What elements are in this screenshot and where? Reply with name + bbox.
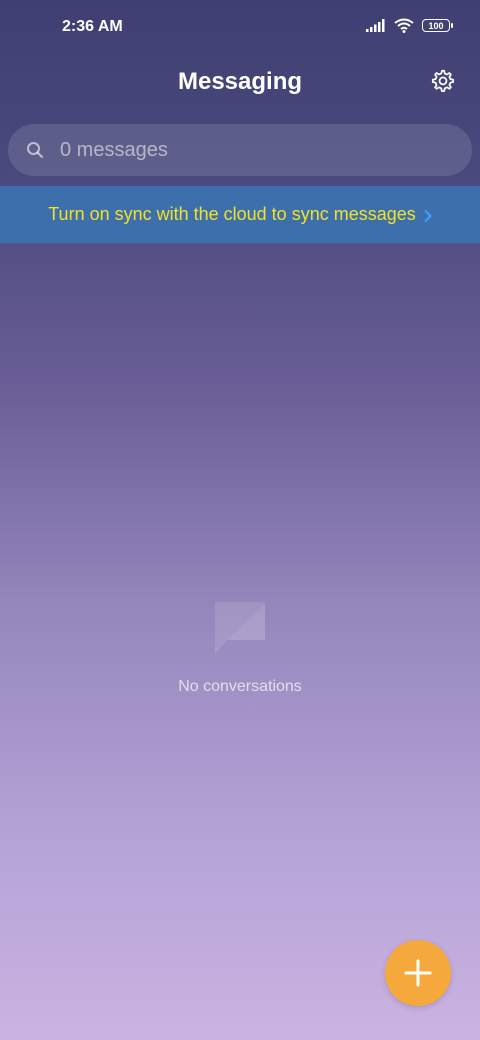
search-bar[interactable] bbox=[8, 124, 472, 176]
header: Messaging bbox=[0, 56, 480, 112]
chat-bubble-icon bbox=[213, 600, 267, 656]
signal-icon bbox=[366, 19, 386, 32]
plus-icon bbox=[404, 959, 432, 987]
wifi-icon bbox=[394, 18, 414, 33]
status-time: 2:36 AM bbox=[62, 18, 123, 35]
battery-icon: 100 bbox=[422, 19, 453, 32]
search-input[interactable] bbox=[58, 137, 442, 163]
search-icon bbox=[26, 141, 44, 159]
new-message-button[interactable] bbox=[385, 940, 451, 1006]
empty-state-text: No conversations bbox=[178, 678, 302, 695]
chevron-right-icon bbox=[424, 209, 432, 222]
page-title: Messaging bbox=[177, 68, 303, 95]
sync-banner[interactable]: Turn on sync with the cloud to sync mess… bbox=[0, 186, 480, 243]
status-icons: 100 bbox=[366, 18, 453, 33]
sync-banner-text: Turn on sync with the cloud to sync mess… bbox=[48, 204, 416, 224]
empty-state: No conversations bbox=[0, 600, 480, 696]
status-bar: 2:36 AM 100 bbox=[0, 0, 480, 56]
gear-icon[interactable] bbox=[430, 68, 456, 94]
